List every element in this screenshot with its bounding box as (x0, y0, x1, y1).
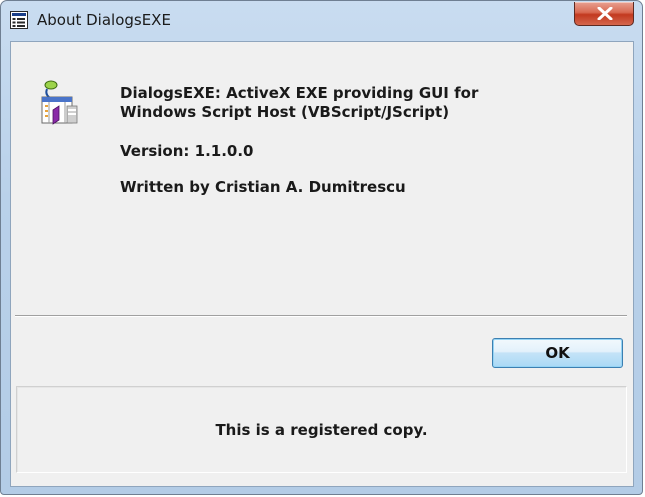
title-bar[interactable]: About DialogsEXE (1, 1, 642, 41)
registration-panel: This is a registered copy. (16, 386, 627, 473)
registration-status: This is a registered copy. (215, 421, 428, 439)
close-button[interactable] (574, 2, 634, 26)
window-title: About DialogsEXE (37, 11, 171, 29)
version-label: Version: 1.1.0.0 (120, 142, 254, 160)
divider (15, 315, 627, 317)
about-window-icon (10, 11, 28, 29)
dialogsexe-app-icon (39, 80, 83, 128)
about-dialog-window: About DialogsEXE DialogsEXE: ActiveX EXE… (0, 0, 643, 495)
product-description: DialogsEXE: ActiveX EXE providing GUI fo… (120, 84, 479, 121)
dialog-body: DialogsEXE: ActiveX EXE providing GUI fo… (10, 41, 634, 487)
ok-button[interactable]: OK (492, 338, 623, 368)
author-label: Written by Cristian A. Dumitrescu (120, 178, 406, 196)
close-icon (597, 7, 613, 20)
